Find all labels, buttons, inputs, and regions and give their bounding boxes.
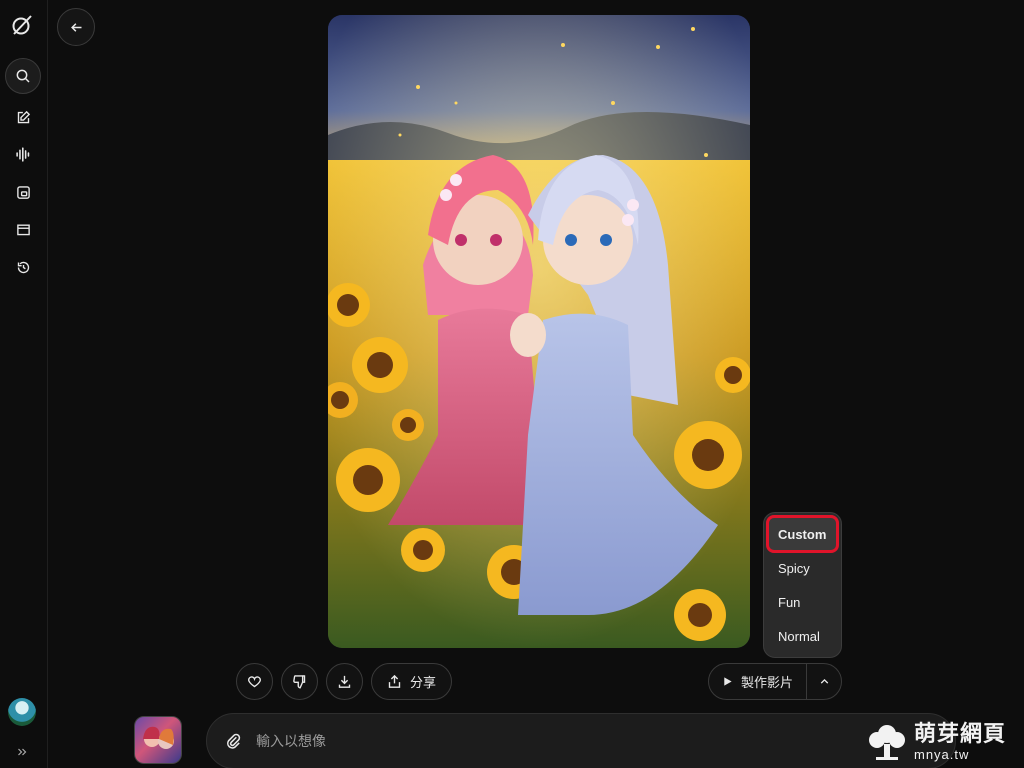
back-button[interactable] bbox=[57, 8, 95, 46]
history-icon bbox=[17, 261, 29, 273]
imagine-icon bbox=[16, 185, 30, 199]
projects-icon bbox=[16, 223, 30, 235]
share-icon bbox=[388, 674, 401, 688]
like-button[interactable] bbox=[236, 663, 273, 700]
menu-item-custom[interactable]: Custom bbox=[766, 515, 839, 553]
make-video-label: 製作影片 bbox=[740, 675, 793, 690]
chevron-up-icon bbox=[820, 678, 828, 684]
search-icon bbox=[16, 69, 30, 83]
sidebar-imagine-button[interactable] bbox=[12, 181, 34, 203]
video-mode-toggle-button[interactable] bbox=[807, 664, 841, 699]
arrow-left-icon bbox=[70, 22, 81, 32]
watermark-name: 萌芽網頁 bbox=[914, 721, 1007, 746]
site-watermark: 萌芽網頁 mnya.tw bbox=[866, 716, 1024, 768]
sidebar-history-button[interactable] bbox=[12, 256, 34, 278]
generated-image[interactable] bbox=[328, 15, 750, 648]
grok-logo-icon[interactable] bbox=[10, 13, 34, 37]
video-mode-menu: Custom Spicy Fun Normal bbox=[763, 512, 842, 658]
menu-item-normal[interactable]: Normal bbox=[768, 619, 837, 653]
share-button[interactable]: 分享 bbox=[371, 663, 452, 700]
sidebar-voice-button[interactable] bbox=[12, 143, 34, 165]
prompt-input[interactable] bbox=[256, 733, 816, 749]
sidebar-search-button[interactable] bbox=[5, 58, 41, 94]
make-video-split-button: 製作影片 bbox=[708, 663, 842, 700]
prompt-composer bbox=[206, 713, 956, 768]
voice-icon bbox=[15, 146, 29, 162]
sidebar bbox=[0, 0, 48, 768]
menu-item-spicy[interactable]: Spicy bbox=[768, 551, 837, 585]
heart-icon bbox=[248, 676, 261, 688]
sidebar-new-chat-button[interactable] bbox=[12, 106, 34, 128]
user-avatar[interactable] bbox=[8, 698, 36, 726]
edit-icon bbox=[17, 110, 30, 123]
make-video-button[interactable]: 製作影片 bbox=[709, 664, 807, 699]
expand-sidebar-button[interactable] bbox=[12, 742, 32, 762]
chevrons-right-icon bbox=[18, 748, 27, 756]
app-window: 分享 製作影片 Custom Spicy Fun Normal 萌芽網頁 mny… bbox=[0, 0, 1024, 768]
paperclip-icon[interactable] bbox=[225, 733, 242, 750]
menu-item-fun[interactable]: Fun bbox=[768, 585, 837, 619]
reference-image-thumbnail[interactable] bbox=[134, 716, 182, 764]
download-icon bbox=[338, 675, 351, 688]
dislike-button[interactable] bbox=[281, 663, 318, 700]
watermark-domain: mnya.tw bbox=[914, 747, 970, 762]
tree-logo-icon bbox=[869, 725, 905, 760]
thumbs-down-icon bbox=[293, 675, 306, 689]
download-button[interactable] bbox=[326, 663, 363, 700]
play-icon bbox=[724, 677, 732, 686]
share-label: 分享 bbox=[409, 675, 436, 690]
sidebar-projects-button[interactable] bbox=[12, 218, 34, 240]
